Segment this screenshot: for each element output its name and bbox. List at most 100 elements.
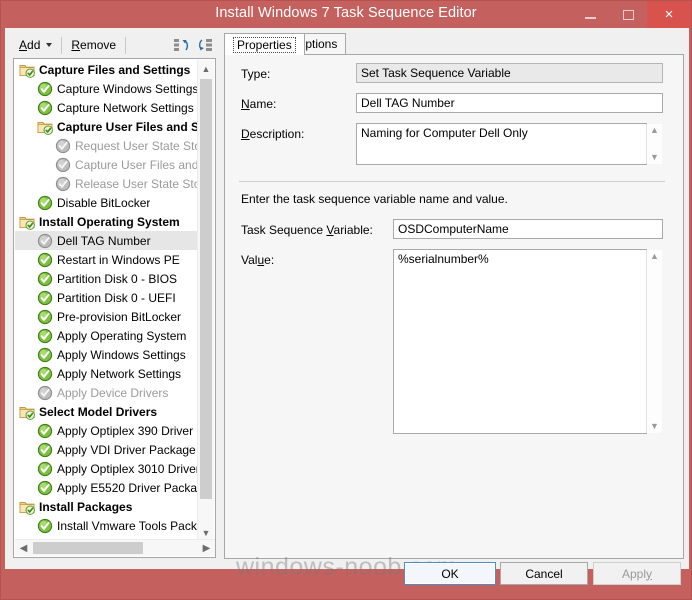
tree-item-label: Disable BitLocker	[57, 195, 151, 210]
check-grey-icon	[37, 233, 53, 249]
ok-button[interactable]: OK	[404, 562, 496, 585]
dialog-client-area: Add Remove Capture Files and Settings Ca…	[5, 28, 689, 569]
tree-item[interactable]: Disable BitLocker	[15, 193, 199, 212]
check-green-icon	[37, 366, 53, 382]
tree-item[interactable]: Capture User Files and S	[15, 117, 199, 136]
check-green-icon	[37, 290, 53, 306]
check-green-icon	[37, 195, 53, 211]
value-scroll-down-icon[interactable]: ▼	[650, 422, 659, 431]
tree-item[interactable]: Release User State Stora	[15, 174, 199, 193]
tree-item-label: Capture User Files and S	[57, 119, 199, 134]
remove-accel: R	[71, 38, 81, 52]
type-field[interactable]	[356, 63, 663, 83]
check-grey-icon	[55, 138, 71, 154]
tree-vertical-scrollbar[interactable]: ▲ ▼	[197, 60, 214, 541]
tree-item-label: Partition Disk 0 - UEFI	[57, 290, 176, 305]
remove-button[interactable]: Remove	[65, 34, 122, 56]
tree-item-label: Install Packages	[39, 499, 133, 514]
value-scrollbar[interactable]: ▲ ▼	[646, 250, 662, 433]
tree-item[interactable]: Install Operating System	[15, 212, 199, 231]
tree-item-label: Pre-provision BitLocker	[57, 309, 182, 324]
check-green-icon	[37, 423, 53, 439]
check-green-icon	[37, 518, 53, 534]
check-green-icon	[37, 81, 53, 97]
tree-item[interactable]: Apply Device Drivers	[15, 383, 199, 402]
move-down-icon[interactable]	[194, 35, 216, 55]
tree-item-label: Capture Files and Settings	[39, 62, 191, 77]
tree-item[interactable]: Partition Disk 0 - BIOS	[15, 269, 199, 288]
cancel-button[interactable]: Cancel	[500, 562, 588, 585]
value-accel: u	[257, 253, 265, 267]
tree-item[interactable]: Install Vmware Tools Packag	[15, 516, 199, 535]
tree-item[interactable]: Apply Operating System	[15, 326, 199, 345]
maximize-button[interactable]	[609, 1, 647, 28]
toolbar-separator-2	[125, 36, 127, 54]
vertical-scroll-thumb[interactable]	[200, 79, 212, 499]
tree-item[interactable]: Restart in Windows PE	[15, 250, 199, 269]
description-scroll-down-icon[interactable]: ▼	[650, 153, 659, 162]
properties-panel: Type: Name: Description: ▲ ▼	[224, 54, 684, 559]
value-scroll-up-icon[interactable]: ▲	[650, 252, 659, 261]
tree-item[interactable]: Apply Optiplex 390 Driver Pac	[15, 421, 199, 440]
move-up-icon[interactable]	[170, 35, 192, 55]
scroll-left-icon[interactable]: ◀	[15, 540, 32, 556]
check-green-icon	[37, 100, 53, 116]
tree-item-label: Capture User Files and S	[75, 157, 199, 172]
description-scrollbar[interactable]: ▲ ▼	[646, 124, 662, 164]
folder-check-icon	[19, 404, 35, 420]
variable-accel: V	[326, 223, 334, 237]
folder-check-icon	[19, 214, 35, 230]
tree-item[interactable]: Dell TAG Number	[15, 231, 199, 250]
tree-item[interactable]: Apply Optiplex 3010 Driver P	[15, 459, 199, 478]
description-field[interactable]	[356, 123, 647, 165]
name-label: Name:	[241, 97, 277, 111]
type-label: Type:	[241, 67, 271, 81]
tree-node-list[interactable]: Capture Files and Settings Capture Window…	[15, 60, 199, 541]
tree-item[interactable]: Capture Windows Settings	[15, 79, 199, 98]
tree-item[interactable]: Capture User Files and S	[15, 155, 199, 174]
minimize-button[interactable]	[571, 1, 609, 28]
tree-item[interactable]: Apply E5520 Driver Package	[15, 478, 199, 497]
folder-check-icon	[37, 119, 53, 135]
folder-check-icon	[19, 499, 35, 515]
name-field[interactable]	[356, 93, 663, 113]
description-scroll-up-icon[interactable]: ▲	[650, 126, 659, 135]
check-green-icon	[37, 328, 53, 344]
tree-item[interactable]: Request User State Stora	[15, 136, 199, 155]
tree-item[interactable]: Apply VDI Driver Package	[15, 440, 199, 459]
tree-item[interactable]: Install Packages	[15, 497, 199, 516]
apply-accel: y	[646, 566, 653, 581]
tree-item[interactable]: Capture Files and Settings	[15, 60, 199, 79]
tree-item[interactable]: Partition Disk 0 - UEFI	[15, 288, 199, 307]
ok-label: OK	[441, 566, 459, 581]
dialog-button-bar: OK Cancel Apply	[1, 562, 692, 594]
add-button[interactable]: Add	[13, 34, 58, 56]
horizontal-scroll-thumb[interactable]	[33, 542, 143, 554]
tree-item[interactable]: Pre-provision BitLocker	[15, 307, 199, 326]
scroll-right-icon[interactable]: ▶	[198, 540, 215, 556]
tree-item[interactable]: Capture Network Settings	[15, 98, 199, 117]
tree-item-label: Install Operating System	[39, 214, 180, 229]
remove-label-rest: emove	[80, 38, 117, 52]
check-green-icon	[37, 347, 53, 363]
check-grey-icon	[37, 385, 53, 401]
close-button[interactable]: ×	[647, 1, 691, 28]
tree-item[interactable]: Apply Windows Settings	[15, 345, 199, 364]
variable-field[interactable]	[393, 219, 663, 239]
variable-hint: Enter the task sequence variable name an…	[241, 192, 508, 206]
tree-horizontal-scrollbar[interactable]: ◀ ▶	[15, 539, 215, 556]
tree-item[interactable]: Select Model Drivers	[15, 402, 199, 421]
value-field[interactable]	[393, 249, 647, 434]
task-sequence-tree[interactable]: Capture Files and Settings Capture Window…	[13, 58, 216, 558]
scroll-up-icon[interactable]: ▲	[198, 60, 214, 77]
tab-properties-label: Properties	[233, 36, 296, 53]
tree-item-label: Partition Disk 0 - BIOS	[57, 271, 178, 286]
check-green-icon	[37, 309, 53, 325]
check-green-icon	[37, 442, 53, 458]
description-accel: D	[241, 127, 250, 141]
tab-properties[interactable]: Properties	[224, 33, 305, 55]
description-label: Description:	[241, 127, 305, 141]
tree-item[interactable]: Apply Network Settings	[15, 364, 199, 383]
tree-item-label: Select Model Drivers	[39, 404, 158, 419]
apply-button[interactable]: Apply	[593, 562, 681, 585]
